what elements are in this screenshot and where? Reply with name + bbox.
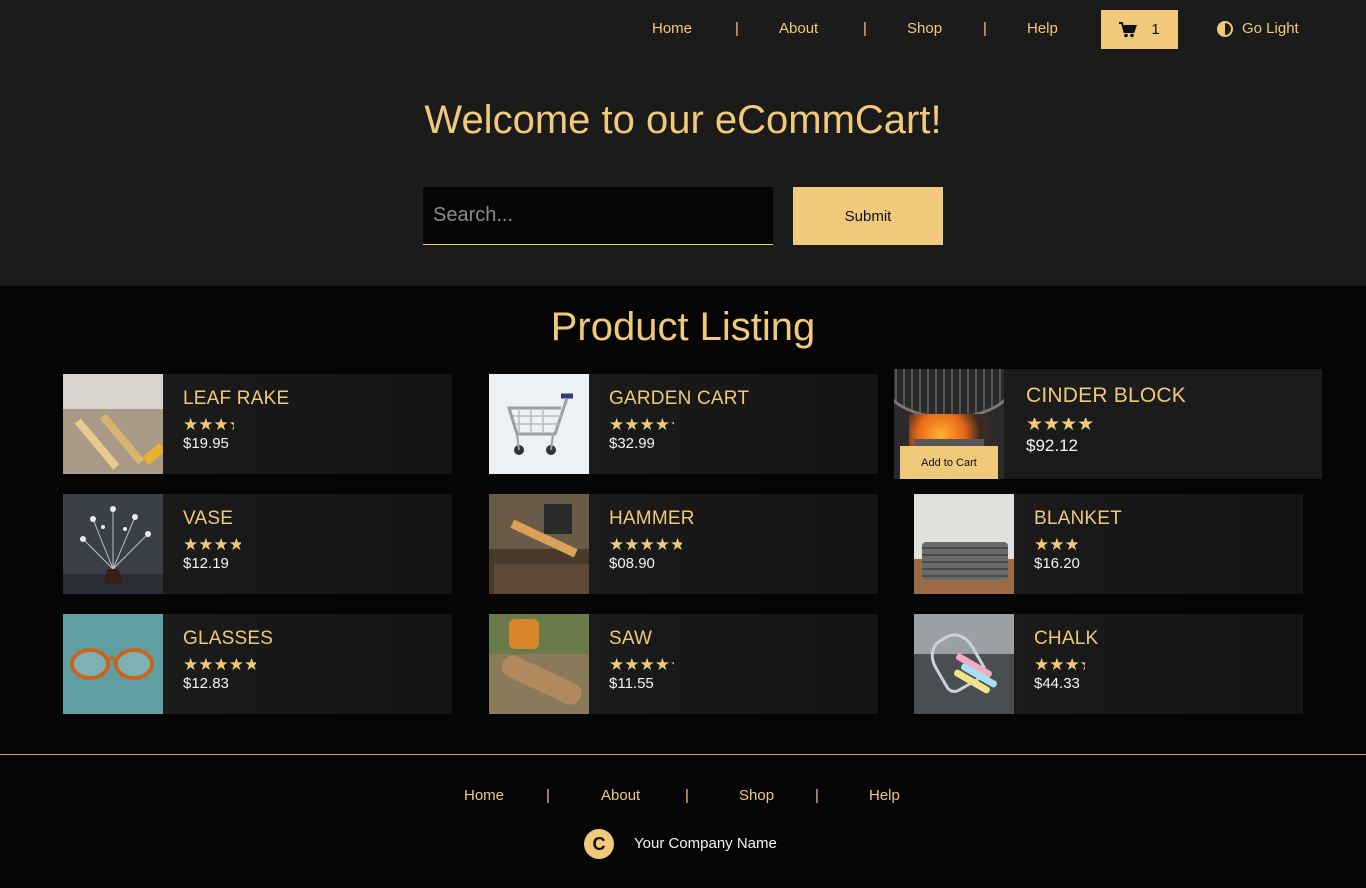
footer-home-link[interactable]: Home <box>464 787 504 804</box>
product-price: $12.19 <box>183 555 229 572</box>
contrast-icon <box>1217 20 1233 37</box>
product-price: $16.20 <box>1034 555 1080 572</box>
star-rating-icon: ★★★★★ <box>609 418 674 432</box>
product-image <box>914 494 1014 594</box>
product-image <box>63 374 163 474</box>
product-card[interactable]: GLASSES ★★★★★ $12.83 <box>63 614 452 714</box>
product-info: HAMMER ★★★★★ $08.90 <box>589 494 695 594</box>
footer-separator: | <box>685 787 689 804</box>
footer-separator: | <box>815 787 819 804</box>
page-title: Welcome to our eCommCart! <box>424 98 942 142</box>
footer-divider <box>0 754 1366 755</box>
product-card[interactable]: BLANKET ★★★★★ $16.20 <box>914 494 1303 594</box>
product-name: SAW <box>609 628 653 649</box>
product-card[interactable]: CHALK ★★★★★ $44.33 <box>914 614 1303 714</box>
top-nav: Home | About | Shop | Help 1 Go Light <box>0 10 1366 49</box>
product-image <box>489 494 589 594</box>
product-card[interactable]: HAMMER ★★★★★ $08.90 <box>489 494 878 594</box>
product-name: VASE <box>183 508 234 529</box>
product-price: $92.12 <box>1026 436 1078 455</box>
product-card[interactable]: GARDEN CART ★★★★★ $32.99 <box>489 374 878 474</box>
product-price: $32.99 <box>609 435 655 452</box>
product-info: VASE ★★★★★ $12.19 <box>163 494 241 594</box>
product-price: $44.33 <box>1034 675 1080 692</box>
footer-separator: | <box>546 787 550 804</box>
product-image <box>914 614 1014 714</box>
product-image <box>63 494 163 594</box>
product-info: CINDER BLOCK ★★★★★ $92.12 <box>1004 369 1186 479</box>
product-info: GARDEN CART ★★★★★ $32.99 <box>589 374 749 474</box>
product-image: Add to Cart <box>894 369 1004 479</box>
product-image <box>489 374 589 474</box>
product-info: SAW ★★★★★ $11.55 <box>589 614 674 714</box>
star-rating-icon: ★★★★★ <box>1034 538 1078 552</box>
product-name: LEAF RAKE <box>183 388 290 409</box>
company-logo: C <box>584 829 614 859</box>
product-card[interactable]: LEAF RAKE ★★★★★ $19.95 <box>63 374 452 474</box>
product-price: $11.55 <box>609 675 654 692</box>
footer-about-link[interactable]: About <box>601 787 640 804</box>
star-rating-icon: ★★★★★ <box>1034 658 1085 672</box>
product-info: BLANKET ★★★★★ $16.20 <box>1014 494 1122 594</box>
product-info: CHALK ★★★★★ $44.33 <box>1014 614 1098 714</box>
theme-toggle-button[interactable]: Go Light <box>1217 20 1299 37</box>
cart-icon <box>1119 21 1138 37</box>
star-rating-icon: ★★★★★ <box>183 658 256 672</box>
nav-shop-link[interactable]: Shop <box>907 20 942 37</box>
product-name: BLANKET <box>1034 508 1122 529</box>
product-info: LEAF RAKE ★★★★★ $19.95 <box>163 374 289 474</box>
submit-button[interactable]: Submit <box>793 187 943 245</box>
product-name: GARDEN CART <box>609 388 750 409</box>
company-name: Your Company Name <box>634 835 777 852</box>
product-price: $08.90 <box>609 555 655 572</box>
search-input[interactable] <box>423 187 773 245</box>
star-rating-icon: ★★★★★ <box>609 658 674 672</box>
nav-home-link[interactable]: Home <box>652 20 692 37</box>
product-card[interactable]: SAW ★★★★★ $11.55 <box>489 614 878 714</box>
nav-help-link[interactable]: Help <box>1027 20 1058 37</box>
header-section: Home | About | Shop | Help 1 Go Light We… <box>0 0 1366 286</box>
nav-separator: | <box>735 20 739 37</box>
star-rating-icon: ★★★★★ <box>609 538 682 552</box>
listing-title: Product Listing <box>550 305 816 349</box>
nav-separator: | <box>983 20 987 37</box>
footer-help-link[interactable]: Help <box>869 787 900 804</box>
product-image <box>63 614 163 714</box>
cart-count: 1 <box>1151 21 1160 38</box>
star-rating-icon: ★★★★★ <box>183 538 241 552</box>
product-name: CHALK <box>1034 628 1099 649</box>
add-to-cart-button[interactable]: Add to Cart <box>900 446 998 479</box>
theme-toggle-label: Go Light <box>1242 20 1299 37</box>
cart-button[interactable]: 1 <box>1101 10 1178 49</box>
product-name: HAMMER <box>609 508 695 529</box>
product-card[interactable]: Add to Cart CINDER BLOCK ★★★★★ $92.12 <box>894 369 1322 479</box>
product-image <box>489 614 589 714</box>
nav-separator: | <box>863 20 867 37</box>
nav-about-link[interactable]: About <box>779 20 818 37</box>
product-info: GLASSES ★★★★★ $12.83 <box>163 614 273 714</box>
product-name: CINDER BLOCK <box>1026 384 1186 407</box>
product-card[interactable]: VASE ★★★★★ $12.19 <box>63 494 452 594</box>
product-name: GLASSES <box>183 628 274 649</box>
product-price: $12.83 <box>183 675 229 692</box>
star-rating-icon: ★★★★★ <box>183 418 234 432</box>
footer-shop-link[interactable]: Shop <box>739 787 774 804</box>
product-price: $19.95 <box>183 435 229 452</box>
star-rating-icon: ★★★★★ <box>1026 418 1094 432</box>
